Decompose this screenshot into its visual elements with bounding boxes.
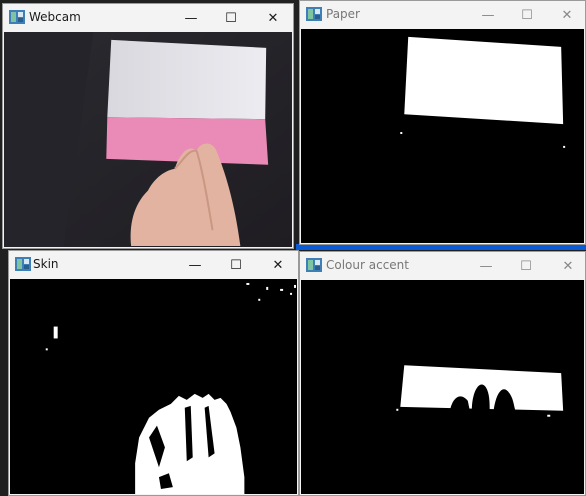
paper-titlebar[interactable]: Paper — ☐ ✕ bbox=[300, 1, 585, 29]
close-icon: ✕ bbox=[272, 257, 284, 273]
webcam-feed bbox=[4, 32, 292, 247]
close-button[interactable]: ✕ bbox=[548, 252, 585, 280]
paper-window[interactable]: Paper — ☐ ✕ bbox=[299, 0, 586, 245]
colour-accent-titlebar[interactable]: Colour accent — ☐ ✕ bbox=[300, 252, 585, 280]
webcam-image bbox=[4, 32, 292, 247]
minimize-icon: — bbox=[479, 258, 493, 274]
maximize-button[interactable]: ☐ bbox=[507, 1, 547, 29]
opencv-window-icon bbox=[306, 258, 322, 272]
minimize-button[interactable]: — bbox=[175, 251, 215, 279]
opencv-window-icon bbox=[9, 10, 25, 24]
close-button[interactable]: ✕ bbox=[258, 251, 298, 279]
window-title: Colour accent bbox=[326, 258, 409, 272]
close-icon: ✕ bbox=[561, 7, 573, 23]
minimize-button[interactable]: — bbox=[468, 1, 508, 29]
webcam-window[interactable]: Webcam — ☐ ✕ bbox=[2, 3, 294, 249]
opencv-window-icon bbox=[306, 7, 322, 21]
close-icon: ✕ bbox=[267, 10, 279, 26]
maximize-button[interactable]: ☐ bbox=[211, 4, 251, 32]
paper-mask-image bbox=[301, 29, 584, 243]
close-icon: ✕ bbox=[562, 258, 574, 274]
maximize-button[interactable]: ☐ bbox=[506, 252, 546, 280]
colour-accent-window[interactable]: Colour accent — ☐ ✕ bbox=[299, 251, 586, 496]
minimize-button[interactable]: — bbox=[171, 4, 211, 32]
maximize-button[interactable]: ☐ bbox=[216, 251, 256, 279]
skin-mask-image bbox=[10, 279, 297, 494]
minimize-icon: — bbox=[188, 257, 202, 273]
window-title: Skin bbox=[33, 257, 59, 271]
webcam-titlebar[interactable]: Webcam — ☐ ✕ bbox=[3, 4, 293, 32]
opencv-window-icon bbox=[15, 257, 31, 271]
window-title: Paper bbox=[326, 7, 360, 21]
maximize-icon: ☐ bbox=[521, 7, 533, 23]
maximize-icon: ☐ bbox=[230, 257, 242, 273]
skin-window[interactable]: Skin — ☐ ✕ bbox=[8, 250, 299, 496]
minimize-icon: — bbox=[481, 7, 495, 23]
window-title: Webcam bbox=[29, 10, 81, 24]
paper-mask bbox=[301, 29, 584, 243]
close-button[interactable]: ✕ bbox=[253, 4, 293, 32]
minimize-icon: — bbox=[184, 10, 198, 26]
skin-mask bbox=[10, 279, 297, 494]
maximize-icon: ☐ bbox=[520, 258, 532, 274]
skin-titlebar[interactable]: Skin — ☐ ✕ bbox=[9, 251, 298, 279]
colour-accent-mask bbox=[301, 280, 584, 494]
close-button[interactable]: ✕ bbox=[547, 1, 585, 29]
maximize-icon: ☐ bbox=[225, 10, 237, 26]
minimize-button[interactable]: — bbox=[466, 252, 506, 280]
colour-accent-mask-image bbox=[301, 280, 584, 494]
